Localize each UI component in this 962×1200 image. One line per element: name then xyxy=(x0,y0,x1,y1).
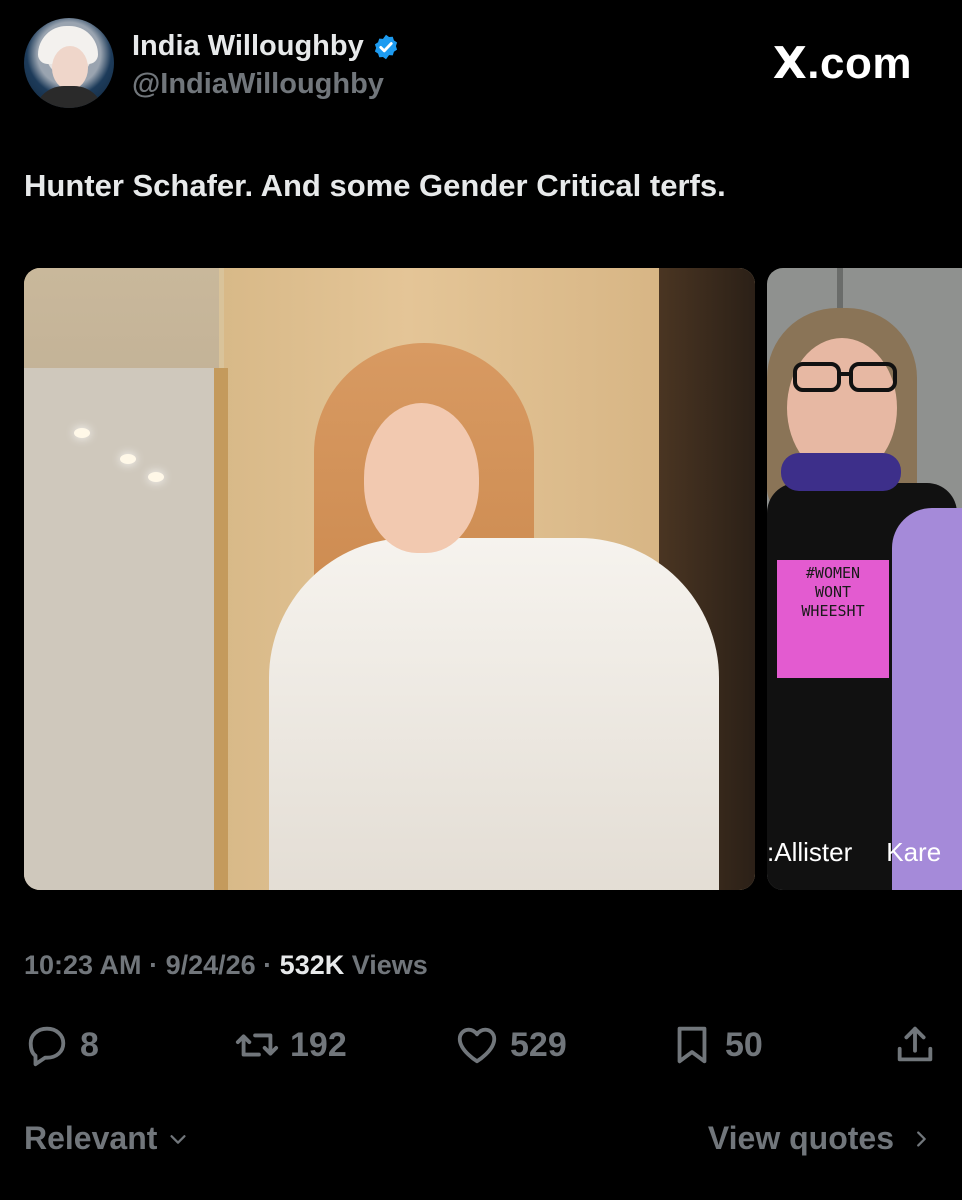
share-icon xyxy=(897,1026,933,1062)
tweet-meta: 10:23 AM · 9/24/26 · 532K Views xyxy=(24,950,428,981)
sign-line: WHEESHT xyxy=(801,602,865,620)
share-button[interactable] xyxy=(892,1022,938,1068)
separator: · xyxy=(263,950,280,980)
tweet-text: Hunter Schafer. And some Gender Critical… xyxy=(24,168,726,203)
repost-icon xyxy=(235,1033,279,1057)
bookmark-count: 50 xyxy=(725,1025,763,1064)
sort-label: Relevant xyxy=(24,1120,158,1156)
handle[interactable]: @IndiaWilloughby xyxy=(132,68,384,101)
caption-left: :Allister xyxy=(767,837,853,867)
sign-line: WONT xyxy=(814,583,852,601)
photo-person-face xyxy=(364,403,479,553)
view-quotes-link[interactable]: View quotes xyxy=(708,1120,932,1157)
like-button[interactable]: 529 xyxy=(454,1022,567,1068)
reply-controls: Relevant View quotes xyxy=(24,1120,932,1164)
views-label: Views xyxy=(351,950,428,980)
name-row: India Willoughby xyxy=(132,30,400,63)
avatar[interactable] xyxy=(24,18,114,108)
caption-right: Kare xyxy=(886,837,942,867)
view-quotes-label: View quotes xyxy=(707,1120,894,1156)
photo-light xyxy=(120,454,136,464)
photo2-scarf xyxy=(781,453,901,491)
tweet-date[interactable]: 9/24/26 xyxy=(166,950,256,980)
photo-person-robe xyxy=(269,538,719,890)
photo2-caption: :Allister Kare xyxy=(767,837,941,868)
separator: · xyxy=(149,950,166,980)
heart-icon xyxy=(457,1027,497,1064)
chevron-right-icon xyxy=(917,1130,926,1147)
verified-badge-icon xyxy=(374,34,397,59)
bookmark-button[interactable]: 50 xyxy=(669,1022,763,1068)
photo-doorway xyxy=(24,368,228,890)
sign-line: #WOMEN xyxy=(805,564,861,582)
photo2-shirt-print: #WOMEN WONT WHEESHT xyxy=(777,560,889,678)
photo2-glasses xyxy=(793,362,897,392)
tweet-photo-1[interactable] xyxy=(24,268,755,890)
tweet-time[interactable]: 10:23 AM xyxy=(24,950,142,980)
avatar-face xyxy=(52,46,88,90)
tweet-header: India Willoughby @IndiaWilloughby X.com xyxy=(22,16,940,112)
repost-count: 192 xyxy=(290,1025,347,1064)
views-count: 532K xyxy=(279,950,345,980)
photo-light xyxy=(74,428,90,438)
reply-icon xyxy=(28,1026,66,1067)
bookmark-icon xyxy=(677,1026,707,1064)
display-name[interactable]: India Willoughby xyxy=(132,30,364,63)
reply-count: 8 xyxy=(80,1025,99,1064)
repost-button[interactable]: 192 xyxy=(234,1022,347,1068)
reply-button[interactable]: 8 xyxy=(24,1022,99,1068)
sort-dropdown[interactable]: Relevant xyxy=(24,1120,189,1157)
action-bar: 8 192 529 50 xyxy=(24,1022,938,1074)
brand-suffix: .com xyxy=(807,39,912,88)
photo2-second-person xyxy=(892,508,962,890)
x-logo-icon: X xyxy=(772,38,808,89)
tweet-photo-2[interactable]: #WOMEN WONT WHEESHT :Allister Kare xyxy=(767,268,962,890)
x-com-watermark: X.com xyxy=(773,38,912,89)
avatar-shoulders xyxy=(34,86,104,108)
photo-light xyxy=(148,472,164,482)
chevron-down-icon xyxy=(170,1134,186,1144)
like-count: 529 xyxy=(510,1025,567,1064)
